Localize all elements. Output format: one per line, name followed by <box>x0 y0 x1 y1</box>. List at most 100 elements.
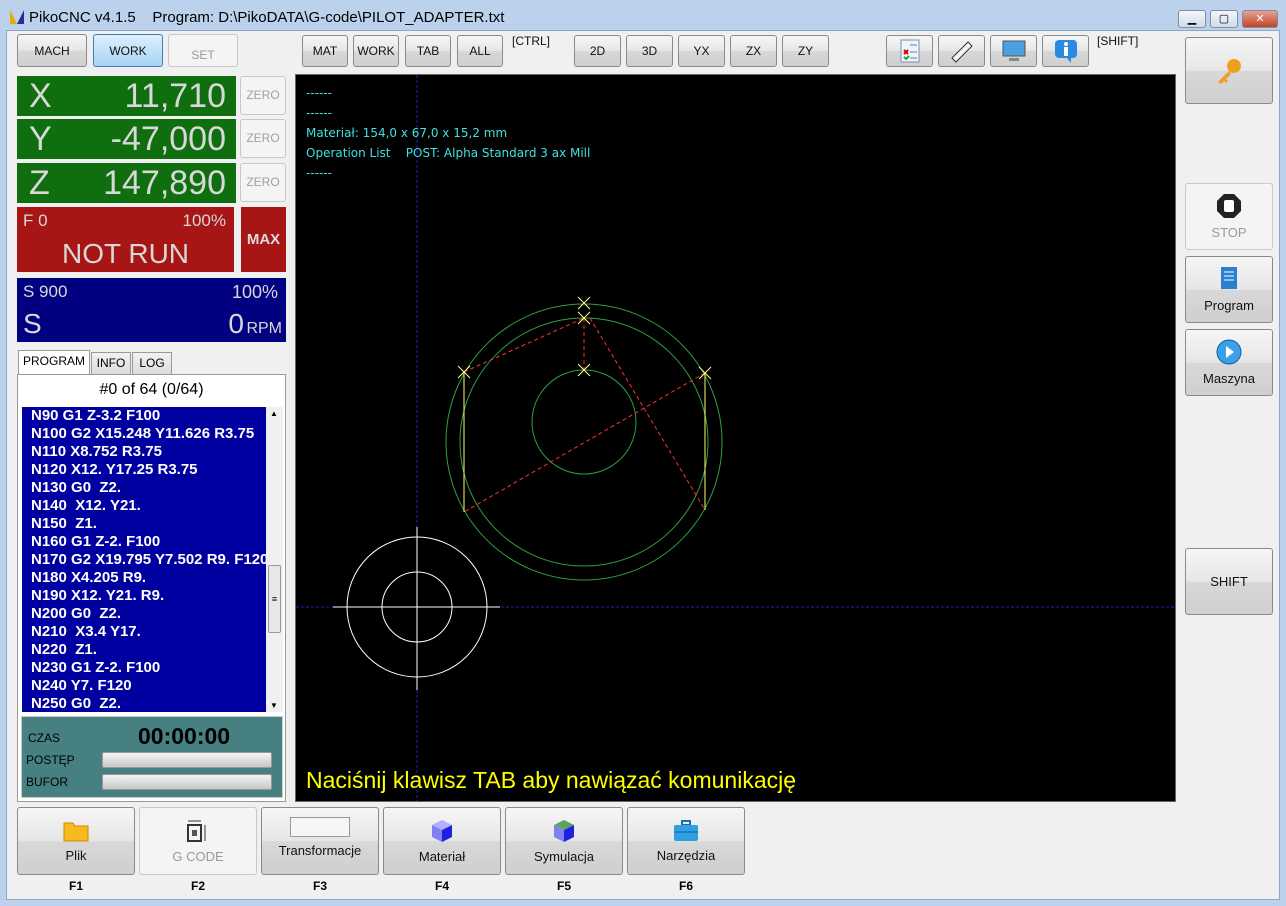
view-tab-button[interactable]: TAB <box>405 35 451 67</box>
gcode-line[interactable]: N110 X8.752 R3.75 <box>31 443 266 461</box>
app-title: PikoCNC v4.1.5 <box>29 9 136 26</box>
work-button[interactable]: WORK <box>93 34 163 67</box>
set-button[interactable]: SET <box>168 34 238 67</box>
gcode-line[interactable]: N140 X12. Y21. <box>31 497 266 515</box>
toolbox-icon <box>674 819 698 841</box>
shift-hint: [SHIFT] <box>1097 34 1139 48</box>
tab-info[interactable]: INFO <box>91 352 131 374</box>
gcode-scrollbar[interactable]: ≡ ▲ ▼ <box>266 407 283 712</box>
material-outer-circle <box>445 303 723 581</box>
gcode-line[interactable]: N100 G2 X15.248 Y11.626 R3.75 <box>31 425 266 443</box>
transform-button[interactable]: Transformacje <box>261 807 379 875</box>
program-button[interactable]: Program <box>1185 256 1273 323</box>
material-inner-circle <box>531 369 637 475</box>
stop-hand-icon <box>1217 194 1241 218</box>
scroll-icon <box>1221 267 1237 289</box>
info-button[interactable] <box>1042 35 1089 67</box>
gcode-button[interactable]: G CODE <box>139 807 257 875</box>
zero-y-button[interactable]: ZERO <box>240 119 286 158</box>
toolpath-viewport[interactable]: ------ ------ Materiał: 154,0 x 67,0 x 15,… <box>295 74 1176 802</box>
minimize-button[interactable]: ▁ <box>1178 10 1206 28</box>
f3-key-label: F3 <box>312 879 327 893</box>
shift-button[interactable]: SHIFT <box>1185 548 1273 615</box>
gcode-line[interactable]: N130 G0 Z2. <box>31 479 266 497</box>
view-all-button[interactable]: ALL <box>457 35 503 67</box>
feed-value: F 0 <box>23 211 48 230</box>
f6-key-label: F6 <box>678 879 693 893</box>
checklist-icon <box>900 39 919 63</box>
program-position: #0 of 64 (0/64) <box>99 381 204 398</box>
f1-key-label: F1 <box>68 879 83 893</box>
checklist-button[interactable] <box>886 35 933 67</box>
ruler-icon <box>950 41 973 63</box>
close-button[interactable]: ✕ <box>1242 10 1278 28</box>
folder-icon <box>63 822 89 841</box>
gcode-line[interactable]: N220 Z1. <box>31 641 266 659</box>
y-coordinate-display: Y -47,000 <box>17 119 236 159</box>
f2-key-label: F2 <box>190 879 205 893</box>
view-zx-button[interactable]: ZX <box>730 35 777 67</box>
ruler-button[interactable] <box>938 35 985 67</box>
point-markers <box>457 296 712 380</box>
gcode-line[interactable]: N240 Y7. F120 <box>31 677 266 695</box>
gcode-line[interactable]: N120 X12. Y17.25 R3.75 <box>31 461 266 479</box>
gcode-line[interactable]: N90 G1 Z-3.2 F100 <box>31 407 266 425</box>
max-feed-button[interactable]: MAX <box>241 207 286 272</box>
view-3d-button[interactable]: 3D <box>626 35 673 67</box>
simulation-cube-icon <box>554 819 574 842</box>
monitor-icon <box>1002 40 1025 61</box>
tab-log[interactable]: LOG <box>132 352 172 374</box>
machine-button[interactable]: Maszyna <box>1185 329 1273 396</box>
zero-x-button[interactable]: ZERO <box>240 76 286 115</box>
cube-icon <box>432 819 452 842</box>
progress-bar <box>102 752 272 768</box>
program-path: Program: D:\PikoDATA\G-code\PILOT_ADAPTE… <box>152 9 505 26</box>
scroll-down-icon[interactable]: ▼ <box>270 701 278 710</box>
view-yx-button[interactable]: YX <box>678 35 725 67</box>
gcode-line[interactable]: N200 G0 Z2. <box>31 605 266 623</box>
view-2d-button[interactable]: 2D <box>574 35 621 67</box>
scroll-up-icon[interactable]: ▲ <box>270 409 278 418</box>
view-zy-button[interactable]: ZY <box>782 35 829 67</box>
tab-program[interactable]: PROGRAM <box>18 350 90 375</box>
play-circle-icon <box>1216 339 1242 365</box>
gcode-line[interactable]: N180 X4.205 R9. <box>31 569 266 587</box>
maximize-button[interactable]: ▢ <box>1210 10 1238 28</box>
resize-icon <box>187 820 206 842</box>
view-mat-button[interactable]: MAT <box>302 35 348 67</box>
spindle-panel: S 900 100% S 0 RPM <box>17 278 286 342</box>
tool-marker <box>333 527 500 690</box>
scrollbar-thumb[interactable]: ≡ <box>268 565 281 633</box>
toolpath-drawing <box>296 75 1175 801</box>
mach-button[interactable]: MACH <box>17 34 87 67</box>
gcode-line[interactable]: N250 G0 Z2. <box>31 695 266 712</box>
zero-z-button[interactable]: ZERO <box>240 163 286 202</box>
run-status: NOT RUN <box>61 238 190 269</box>
material-button[interactable]: Materiał <box>383 807 501 875</box>
key-button[interactable] <box>1185 37 1273 104</box>
feed-panel: F 0 100% NOT RUN <box>17 207 234 272</box>
feed-percent: 100% <box>182 211 226 230</box>
f4-key-label: F4 <box>434 879 449 893</box>
blank-icon <box>290 817 350 837</box>
gcode-line[interactable]: N150 Z1. <box>31 515 266 533</box>
monitor-button[interactable] <box>990 35 1037 67</box>
simulation-button[interactable]: Symulacja <box>505 807 623 875</box>
gcode-line[interactable]: N160 G1 Z-2. F100 <box>31 533 266 551</box>
view-work-button[interactable]: WORK <box>353 35 399 67</box>
elapsed-time: 00:00:00 <box>138 723 231 749</box>
gcode-line[interactable]: N230 G1 Z-2. F100 <box>31 659 266 677</box>
buffer-bar <box>102 774 272 790</box>
stop-button[interactable]: STOP <box>1185 183 1273 250</box>
title-bar: PikoCNC v4.1.5 Program: D:\PikoDATA\G-co… <box>10 9 504 26</box>
key-icon <box>1218 58 1241 84</box>
gcode-list[interactable]: N90 G1 Z-3.2 F100 N100 G2 X15.248 Y11.626… <box>22 407 266 712</box>
tools-button[interactable]: Narzędzia <box>627 807 745 875</box>
f5-key-label: F5 <box>556 879 571 893</box>
gcode-line[interactable]: N210 X3.4 Y17. <box>31 623 266 641</box>
rapid-moves <box>463 317 706 513</box>
gcode-line[interactable]: N170 G2 X19.795 Y7.502 R9. F120 <box>31 551 266 569</box>
gcode-line[interactable]: N190 X12. Y21. R9. <box>31 587 266 605</box>
file-button[interactable]: Plik <box>17 807 135 875</box>
app-logo-icon <box>10 10 24 24</box>
